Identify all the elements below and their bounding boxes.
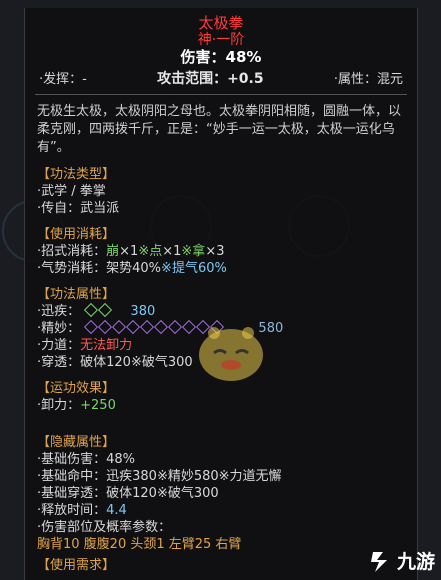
range-stat: 攻击范围：+0.5	[157, 68, 264, 88]
pierce-body-value: 破体120	[80, 355, 131, 370]
hidden-line: ·基础伤害：48%	[37, 451, 405, 468]
base-hit-value: 迅疾380※精妙580※力道无懈	[106, 469, 282, 484]
speed-diamond-icon	[98, 302, 113, 318]
windup-label: ·发挥：	[39, 72, 83, 87]
attribute-stat: ·属性：混元	[334, 68, 403, 87]
force-label: ·力道：	[37, 338, 81, 353]
section-hidden: 【隐藏属性】 ·基础伤害：48% ·基础命中：迅疾380※精妙580※力道无懈 …	[25, 434, 417, 553]
tooltip-header: 太极拳 神·一阶 伤害：48%	[25, 8, 417, 67]
force-value: 无法卸力	[80, 338, 133, 353]
section-header: 【功法属性】	[37, 287, 116, 302]
origin-value: 武当派	[80, 201, 120, 216]
base-damage-label: ·基础伤害：	[37, 452, 107, 467]
range-label: 攻击范围：	[157, 71, 228, 87]
divider	[35, 94, 407, 95]
attribute-value: 混元	[376, 72, 403, 87]
windup-value: -	[82, 72, 87, 87]
section-header: 【隐藏属性】	[37, 435, 116, 450]
type-line: ·武学 / 拳掌	[37, 184, 106, 199]
move-count: ×1	[162, 244, 182, 259]
speed-label: ·迅疾：	[37, 304, 81, 319]
skill-diamond-icon	[98, 319, 113, 335]
skill-label: ·精妙：	[37, 321, 81, 336]
hidden-line: ·基础命中：迅疾380※精妙580※力道无懈	[37, 468, 405, 485]
effect-line: ·卸力：+250	[37, 397, 405, 414]
base-hit-label: ·基础命中：	[37, 469, 107, 484]
move-count: ×1	[119, 244, 139, 259]
speed-value: 380	[130, 304, 156, 319]
skill-tooltip: 太极拳 神·一阶 伤害：48% ·发挥：- 攻击范围：+0.5 ·属性：混元 无…	[24, 8, 418, 580]
watermark-logo-icon	[370, 551, 387, 572]
attribute-label: ·属性：	[333, 72, 377, 87]
origin-label: ·传自：	[37, 201, 81, 216]
qi-cost-label: ·气势消耗：	[37, 261, 107, 276]
skill-diamond-icon	[168, 319, 183, 335]
section-header: 【使用需求】	[37, 558, 116, 573]
skill-diamond-icon	[84, 319, 99, 335]
stat-row: ·发挥：- 攻击范围：+0.5 ·属性：混元	[25, 68, 417, 88]
section-header: 【使用消耗】	[37, 227, 116, 242]
skill-diamond-icon	[154, 319, 169, 335]
speed-diamond-icon	[84, 302, 99, 318]
section-effect: 【运功效果】 ·卸力：+250	[25, 380, 417, 414]
pierce-qi-value: ※破气300	[130, 355, 193, 370]
move-dian: ※点	[138, 244, 163, 259]
moves-cost-line: ·招式消耗：崩×1※点×1※拿×3	[37, 243, 405, 260]
move-na: ※拿	[181, 244, 206, 259]
skill-damage: 伤害：48%	[180, 48, 262, 66]
skill-diamond-icon	[140, 319, 155, 335]
section-next: 【使用需求】	[25, 557, 417, 574]
section-type: 【功法类型】 ·武学 / 拳掌 ·传自：武当派	[25, 166, 417, 217]
effect-label: ·卸力：	[37, 398, 81, 413]
hidden-line: ·基础穿透：破体120※破气300	[37, 485, 405, 502]
origin-line: ·传自：武当派	[37, 200, 405, 217]
section-header: 【功法类型】	[37, 167, 116, 182]
qi-raise-value: ※提气60%	[161, 261, 227, 276]
skill-name: 太极拳	[198, 14, 244, 32]
watermark: 九游	[367, 547, 435, 574]
skill-grade: 神·一阶	[197, 32, 245, 48]
base-damage-value: 48%	[106, 452, 136, 467]
mascot-icon	[199, 327, 263, 381]
hidden-line: ·释放时间：4.4	[37, 502, 405, 519]
base-pierce-value: 破体120※破气300	[106, 486, 219, 501]
hit-parts-line: 胸背10 腹腹20 头颈1 左臂25 右臂	[37, 537, 242, 552]
move-count: ×3	[205, 244, 225, 259]
skill-diamond-icon	[112, 319, 127, 335]
range-value: +0.5	[227, 71, 264, 87]
section-cost: 【使用消耗】 ·招式消耗：崩×1※点×1※拿×3 ·气势消耗：架势40%※提气6…	[25, 226, 417, 277]
qi-stance-value: 架势40%	[106, 261, 162, 276]
skill-description: 无极生太极，太极阴阳之母也。太极拳阴阳相随，圆融一体，以柔克刚，四两拨千斤，正是…	[37, 104, 402, 155]
pierce-label: ·穿透：	[37, 355, 81, 370]
hidden-line: ·伤害部位及概率参数：	[37, 520, 172, 535]
skill-diamond-icon	[126, 319, 141, 335]
moves-cost-label: ·招式消耗：	[37, 244, 107, 259]
effect-value: +250	[80, 398, 116, 413]
watermark-text: 九游	[396, 551, 435, 573]
qi-cost-line: ·气势消耗：架势40%※提气60%	[37, 260, 405, 277]
move-beng: 崩	[106, 244, 120, 259]
windup-stat: ·发挥：-	[39, 68, 87, 87]
base-pierce-label: ·基础穿透：	[37, 486, 107, 501]
cast-time-value: 4.4	[106, 503, 127, 518]
cast-time-label: ·释放时间：	[37, 503, 107, 518]
